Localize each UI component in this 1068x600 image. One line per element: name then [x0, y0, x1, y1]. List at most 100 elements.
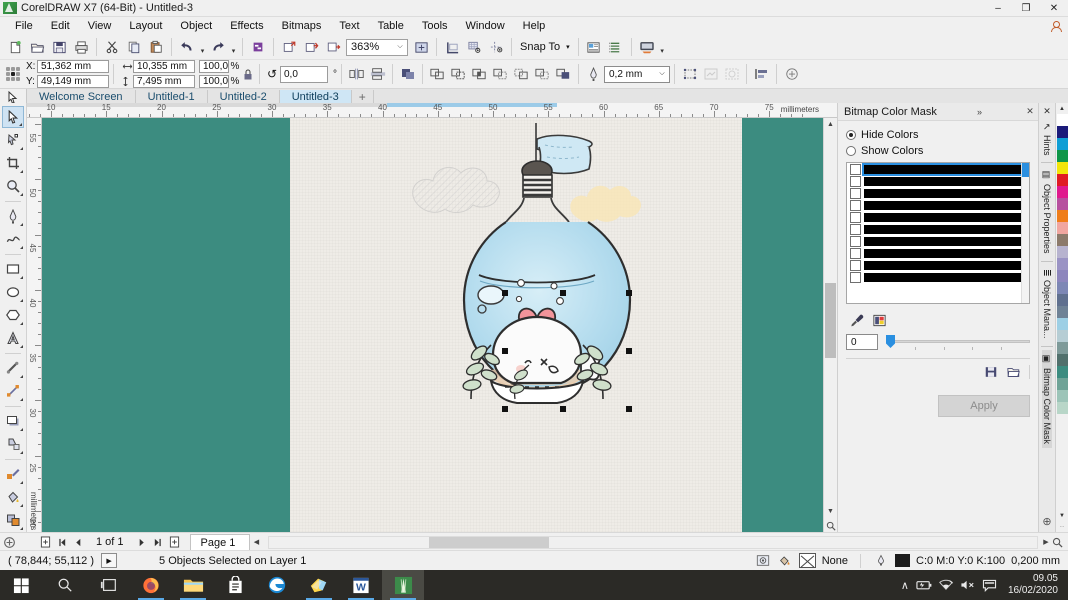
height-input[interactable]: 7,495 mm: [133, 75, 195, 88]
mirror-horizontal-icon[interactable]: [346, 64, 367, 85]
palette-swatch[interactable]: [1056, 378, 1068, 390]
palette-swatch[interactable]: [1056, 150, 1068, 162]
show-guides-icon[interactable]: [485, 36, 507, 58]
tool-drop-shadow[interactable]: [2, 410, 24, 432]
tool-crop[interactable]: [2, 152, 24, 174]
color-mask-checkbox[interactable]: [850, 211, 861, 223]
add-page-after-icon[interactable]: [166, 534, 184, 550]
create-boundary-icon[interactable]: [553, 64, 574, 85]
selection-handle[interactable]: [502, 290, 508, 296]
palette-swatch[interactable]: [1056, 138, 1068, 150]
outline-width-combobox[interactable]: 0,2 mm ⌵: [604, 65, 670, 83]
palette-swatch[interactable]: [1056, 354, 1068, 366]
undo-icon[interactable]: [176, 36, 198, 58]
undo-dropdown-arrow[interactable]: ▾: [198, 33, 207, 62]
page-tab-page-1[interactable]: Page 1: [189, 533, 251, 551]
search-content-icon[interactable]: [247, 36, 269, 58]
color-mask-swatch[interactable]: [864, 212, 1028, 222]
application-launcher-icon[interactable]: [636, 36, 658, 58]
selection-handle[interactable]: [502, 348, 508, 354]
color-mask-row[interactable]: [847, 223, 1029, 235]
taskbar-microsoft-edge-icon[interactable]: [256, 570, 298, 600]
vertical-ruler[interactable]: 555045403530252015 millimeters: [27, 118, 42, 532]
selection-handle[interactable]: [502, 406, 508, 412]
menu-help[interactable]: Help: [514, 18, 555, 34]
y-position-input[interactable]: 49,149 mm: [37, 75, 109, 88]
palette-swatch[interactable]: [1056, 318, 1068, 330]
chevron-down-icon[interactable]: ⌵: [393, 43, 407, 51]
taskbar-coreldraw-icon[interactable]: [382, 570, 424, 600]
tool-interactive-fill[interactable]: [2, 509, 24, 531]
align-and-distribute-icon[interactable]: [751, 64, 772, 85]
color-mask-checkbox[interactable]: [850, 175, 861, 187]
palette-swatch[interactable]: [1056, 342, 1068, 354]
tolerance-input[interactable]: 0: [846, 334, 878, 350]
tool-zoom[interactable]: [2, 175, 24, 197]
horizontal-ruler[interactable]: 10 15 20 25 30 35 40 45 50 55 60 65 70 75 millimeters: [27, 103, 837, 118]
palette-swatch[interactable]: [1056, 330, 1068, 342]
eyedropper-icon[interactable]: [846, 311, 868, 329]
color-mask-scrollbar[interactable]: [1021, 163, 1029, 303]
tool-text[interactable]: [2, 327, 24, 349]
hide-colors-radio-row[interactable]: Hide Colors: [846, 127, 1030, 142]
tool-connector[interactable]: [2, 380, 24, 402]
task-view-icon[interactable]: [88, 570, 130, 600]
vertical-scrollbar[interactable]: ▲ ▼: [823, 118, 837, 532]
tray-volume-muted-icon[interactable]: [960, 579, 982, 591]
publish-pdf-icon[interactable]: [322, 36, 344, 58]
vtab-object-manager[interactable]: ≣ Object Mana...: [1042, 265, 1052, 343]
drawing-canvas[interactable]: [42, 118, 823, 532]
palette-swatch[interactable]: [1056, 402, 1068, 414]
selection-handle[interactable]: [626, 406, 632, 412]
color-mask-row[interactable]: [847, 175, 1029, 187]
taskbar-microsoft-word-icon[interactable]: W: [340, 570, 382, 600]
quick-customize-icon[interactable]: [781, 64, 802, 85]
add-docker-icon[interactable]: ⊕: [1042, 515, 1051, 528]
palette-swatch[interactable]: [1056, 222, 1068, 234]
color-mask-row[interactable]: [847, 211, 1029, 223]
hscroll-right-arrow-icon[interactable]: ▶: [1040, 538, 1052, 546]
tool-artistic-media[interactable]: [2, 228, 24, 250]
menu-layout[interactable]: Layout: [120, 18, 171, 34]
color-mask-swatch[interactable]: [864, 176, 1028, 186]
status-expand-button[interactable]: ▶: [101, 553, 118, 568]
show-colors-radio[interactable]: [846, 145, 856, 156]
mirror-vertical-icon[interactable]: [367, 64, 388, 85]
palette-swatch[interactable]: [1056, 246, 1068, 258]
tool-polygon[interactable]: [2, 304, 24, 326]
width-input[interactable]: 10,355 mm: [133, 60, 195, 73]
docker-tabstrip-close-icon[interactable]: ✕: [1039, 103, 1055, 119]
color-mask-row[interactable]: [847, 163, 1029, 176]
add-page-before-icon[interactable]: [36, 534, 54, 550]
color-mask-checkbox[interactable]: [850, 223, 861, 235]
palette-swatch[interactable]: [1056, 186, 1068, 198]
vertical-scrollbar-thumb[interactable]: [825, 283, 836, 358]
color-mask-checkbox[interactable]: [850, 247, 861, 259]
outline-pen-icon[interactable]: [583, 64, 604, 85]
hide-colors-radio[interactable]: [846, 129, 856, 140]
palette-swatch[interactable]: [1056, 366, 1068, 378]
scale-width-input[interactable]: 100,0: [199, 60, 229, 73]
menu-edit[interactable]: Edit: [42, 18, 79, 34]
intersect-icon[interactable]: [469, 64, 490, 85]
close-button[interactable]: ✕: [1040, 0, 1068, 16]
palette-more-icon[interactable]: ⋯: [1060, 521, 1065, 532]
show-rulers-icon[interactable]: [441, 36, 463, 58]
trace-bitmap-icon[interactable]: [721, 64, 742, 85]
vtab-object-properties[interactable]: ▤ Object Properties: [1042, 166, 1052, 258]
color-mask-row[interactable]: [847, 235, 1029, 247]
convert-outline-to-object-icon[interactable]: [679, 64, 700, 85]
edit-bitmap-icon[interactable]: [700, 64, 721, 85]
maximize-button[interactable]: ❐: [1012, 0, 1040, 16]
palette-swatch[interactable]: [1056, 210, 1068, 222]
wrap-paragraph-text-icon[interactable]: [397, 64, 418, 85]
tray-battery-icon[interactable]: [916, 579, 938, 591]
menu-bitmaps[interactable]: Bitmaps: [273, 18, 331, 34]
color-mask-checkbox[interactable]: [850, 163, 861, 175]
first-page-button[interactable]: [54, 534, 70, 550]
menu-table[interactable]: Table: [369, 18, 413, 34]
options-icon[interactable]: [583, 36, 605, 58]
front-minus-back-icon[interactable]: [511, 64, 532, 85]
color-mask-swatch[interactable]: [864, 224, 1028, 234]
palette-swatch[interactable]: [1056, 126, 1068, 138]
